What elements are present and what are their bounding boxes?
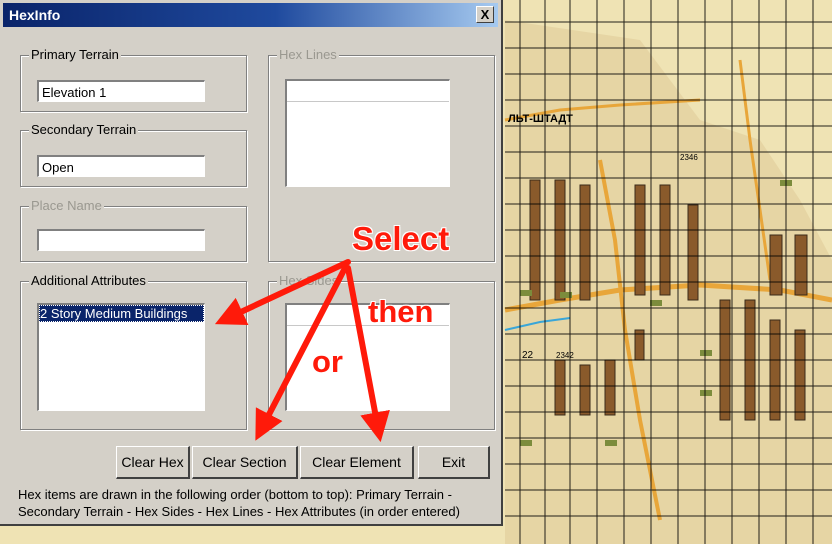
secondary-terrain-group: Secondary Terrain Open bbox=[20, 122, 247, 187]
annotation-or: or bbox=[312, 344, 343, 379]
title-bar[interactable]: HexInfo X bbox=[3, 3, 498, 27]
additional-attributes-list[interactable]: 2 Story Medium Buildings bbox=[37, 303, 205, 411]
primary-terrain-field[interactable]: Elevation 1 bbox=[37, 80, 205, 102]
additional-attributes-label: Additional Attributes bbox=[29, 273, 148, 288]
place-name-label: Place Name bbox=[29, 198, 104, 213]
clear-element-button[interactable]: Clear Element bbox=[300, 446, 414, 479]
clear-section-button[interactable]: Clear Section bbox=[192, 446, 298, 479]
secondary-terrain-label: Secondary Terrain bbox=[29, 122, 139, 137]
primary-terrain-label: Primary Terrain bbox=[29, 47, 121, 62]
primary-terrain-group: Primary Terrain Elevation 1 bbox=[20, 47, 247, 112]
map-label-grid: 22 bbox=[522, 350, 534, 361]
map-label-elev-2: 2342 bbox=[556, 351, 574, 360]
secondary-terrain-field[interactable]: Open bbox=[37, 155, 205, 177]
hex-sides-label: Hex Sides bbox=[277, 273, 341, 288]
hexinfo-dialog: HexInfo X Primary Terrain Elevation 1 Se… bbox=[0, 0, 503, 526]
annotation-select: Select bbox=[352, 220, 450, 257]
additional-attributes-group: Additional Attributes 2 Story Medium Bui… bbox=[20, 273, 247, 430]
close-icon: X bbox=[480, 7, 490, 22]
draw-order-note: Hex items are drawn in the following ord… bbox=[18, 487, 460, 519]
place-name-group: Place Name bbox=[20, 198, 247, 262]
list-header-row bbox=[287, 81, 449, 102]
annotation-then: then bbox=[368, 294, 434, 329]
hex-lines-label: Hex Lines bbox=[277, 47, 339, 62]
close-button[interactable]: X bbox=[476, 6, 494, 23]
map-label-elev-1: 2346 bbox=[680, 153, 698, 162]
window-title: HexInfo bbox=[9, 7, 61, 23]
map-label-town: ЛЬТ-ШТАДТ bbox=[508, 113, 573, 125]
clear-hex-button[interactable]: Clear Hex bbox=[116, 446, 190, 479]
list-item[interactable]: 2 Story Medium Buildings bbox=[39, 305, 204, 322]
exit-button[interactable]: Exit bbox=[418, 446, 490, 479]
place-name-field[interactable] bbox=[37, 229, 205, 251]
hex-lines-list[interactable] bbox=[285, 79, 450, 187]
